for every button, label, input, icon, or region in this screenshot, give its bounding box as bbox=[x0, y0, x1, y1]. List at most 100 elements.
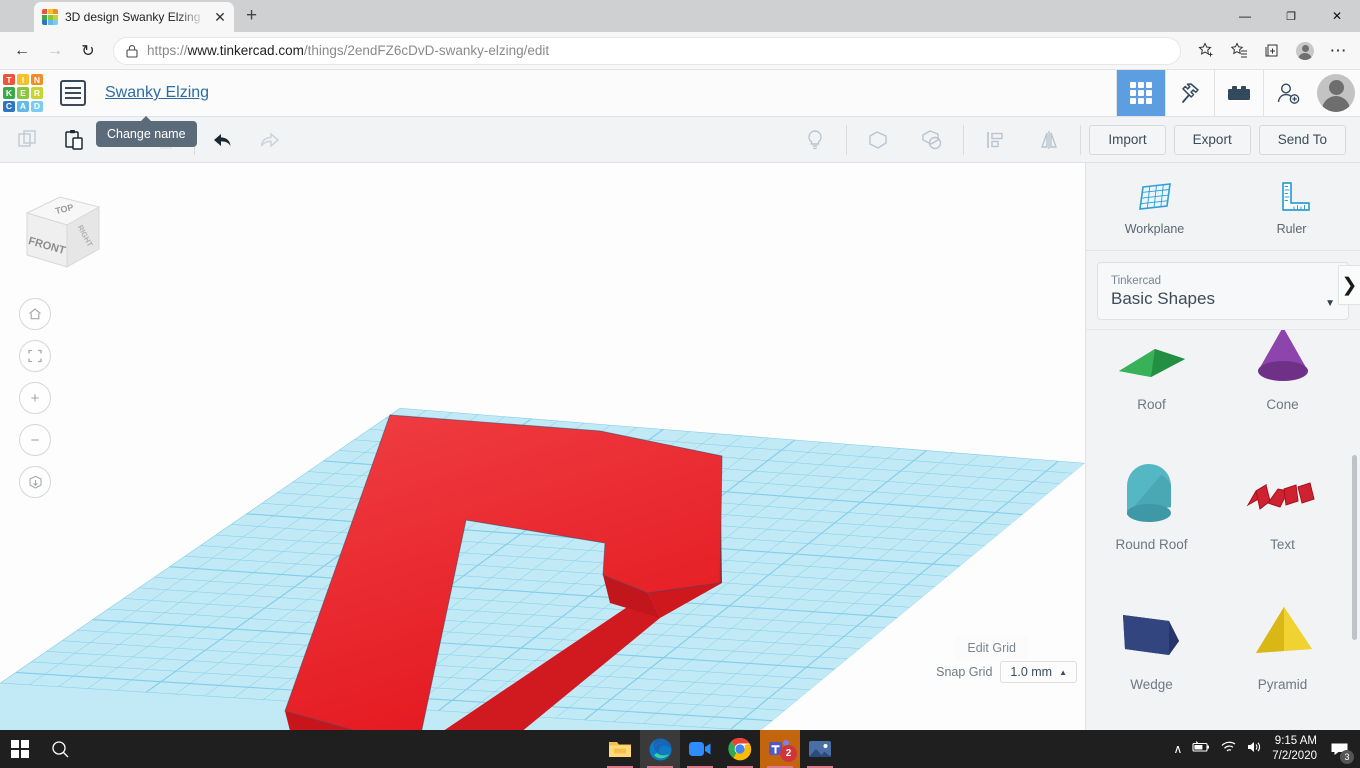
wedge-shape-icon bbox=[1111, 583, 1193, 669]
shape-item-pyramid[interactable]: Pyramid bbox=[1217, 567, 1348, 707]
close-tab-icon[interactable]: ✕ bbox=[212, 10, 228, 24]
cone-shape-icon bbox=[1242, 330, 1324, 389]
edit-grid-button[interactable]: Edit Grid bbox=[955, 637, 1028, 659]
copy-icon[interactable] bbox=[5, 117, 51, 163]
url-path: /things/2endFZ6cDvD-swanky-elzing/edit bbox=[303, 43, 550, 58]
align-icon[interactable] bbox=[972, 117, 1018, 163]
redo-icon bbox=[246, 117, 292, 163]
tinkercad-header: TIN KER CAD Swanky Elzing bbox=[0, 70, 1360, 117]
workplane-icon bbox=[1138, 182, 1171, 210]
snap-grid-value: 1.0 mm bbox=[1010, 665, 1053, 679]
volume-icon[interactable] bbox=[1246, 740, 1263, 759]
mirror-icon[interactable] bbox=[1026, 117, 1072, 163]
taskbar-microsoft-edge[interactable] bbox=[640, 730, 680, 768]
blocks-icon[interactable] bbox=[1214, 70, 1263, 116]
collections-icon[interactable] bbox=[1257, 36, 1287, 66]
favorite-star-icon[interactable] bbox=[1191, 36, 1221, 66]
shape-item-cone[interactable]: Cone bbox=[1217, 330, 1348, 427]
taskbar-file-explorer[interactable] bbox=[600, 730, 640, 768]
lightbulb-icon[interactable] bbox=[792, 117, 838, 163]
chevron-down-icon: ▼ bbox=[1325, 298, 1335, 309]
workplane-tool-label: Workplane bbox=[1124, 221, 1185, 236]
tinkercad-logo-icon[interactable]: TIN KER CAD bbox=[0, 70, 46, 116]
shape-item-round-roof[interactable]: Round Roof bbox=[1086, 427, 1217, 567]
shape-library-dropdown[interactable]: Tinkercad Basic Shapes ▼ bbox=[1097, 262, 1349, 320]
zoom-in-button[interactable]: + bbox=[19, 382, 51, 414]
group-icon[interactable] bbox=[855, 117, 901, 163]
undo-icon[interactable] bbox=[200, 117, 246, 163]
maximize-window-button[interactable]: ❐ bbox=[1268, 0, 1314, 32]
zoom-out-button[interactable]: − bbox=[19, 424, 51, 456]
taskbar-photos-app[interactable] bbox=[800, 730, 840, 768]
user-avatar[interactable] bbox=[1312, 70, 1360, 116]
tinkercad-toolbar: Change name Import Export Send To bbox=[0, 116, 1360, 163]
shapes-panel: Workplane Ruler Tinkercad Basic Shapes ▼ bbox=[1085, 163, 1360, 731]
workplane-grid bbox=[0, 408, 1085, 731]
export-button[interactable]: Export bbox=[1173, 124, 1251, 155]
workplane-tool[interactable]: Workplane bbox=[1086, 163, 1223, 250]
notification-center-button[interactable]: 3 bbox=[1326, 735, 1354, 764]
browser-tab[interactable]: 3D design Swanky Elzing | Tinkercad ✕ bbox=[34, 2, 234, 32]
shape-item-sphere[interactable] bbox=[1086, 707, 1217, 731]
project-list-icon[interactable] bbox=[60, 80, 86, 106]
project-name-link[interactable]: Swanky Elzing bbox=[105, 84, 209, 102]
add-person-icon[interactable] bbox=[1263, 70, 1312, 116]
view-cube[interactable]: TOP FRONT RIGHT bbox=[15, 185, 110, 280]
library-category: Tinkercad bbox=[1111, 275, 1162, 287]
start-button[interactable] bbox=[0, 730, 40, 768]
shape-label-round-roof: Round Roof bbox=[1115, 536, 1188, 552]
battery-icon[interactable] bbox=[1191, 740, 1211, 759]
shape-panel-scrollbar[interactable] bbox=[1352, 455, 1357, 640]
toolbar-divider-4 bbox=[1080, 124, 1082, 155]
ruler-icon bbox=[1281, 181, 1310, 211]
teams-notification-badge: 2 bbox=[780, 745, 797, 762]
back-button[interactable]: ← bbox=[7, 36, 37, 66]
snap-grid-dropdown[interactable]: 1.0 mm ▲ bbox=[1000, 661, 1077, 683]
address-bar[interactable]: https://www.tinkercad.com/things/2endFZ6… bbox=[113, 36, 1181, 65]
hammer-icon[interactable] bbox=[1165, 70, 1214, 116]
paste-icon[interactable] bbox=[51, 117, 97, 163]
taskbar-google-chrome[interactable] bbox=[720, 730, 760, 768]
home-view-button[interactable] bbox=[19, 298, 51, 330]
wifi-icon[interactable] bbox=[1220, 740, 1237, 759]
ungroup-icon[interactable] bbox=[909, 117, 955, 163]
taskbar-clock[interactable]: 9:15 AM 7/2/2020 bbox=[1272, 734, 1317, 763]
shape-item-wedge[interactable]: Wedge bbox=[1086, 567, 1217, 707]
grid-gallery-icon[interactable] bbox=[1116, 70, 1165, 116]
favorites-list-icon[interactable] bbox=[1224, 36, 1254, 66]
minimize-window-button[interactable]: — bbox=[1222, 0, 1268, 32]
shape-item-text[interactable]: Text bbox=[1217, 427, 1348, 567]
send-to-button[interactable]: Send To bbox=[1258, 124, 1346, 155]
toolbar-divider-2 bbox=[846, 124, 848, 155]
snap-grid-label: Snap Grid bbox=[936, 665, 993, 679]
address-bar-url: https://www.tinkercad.com/things/2endFZ6… bbox=[147, 43, 549, 58]
3d-canvas[interactable]: TOP FRONT RIGHT + − Edit Grid Snap Grid … bbox=[0, 163, 1085, 731]
ruler-tool[interactable]: Ruler bbox=[1223, 163, 1360, 250]
settings-menu-icon[interactable]: ⋯ bbox=[1323, 36, 1353, 66]
search-button[interactable] bbox=[40, 730, 80, 768]
shape-item-polygon[interactable] bbox=[1217, 707, 1348, 731]
system-tray: ∧ 9:15 AM 7/2/2020 3 bbox=[1173, 730, 1360, 768]
ortho-perspective-toggle[interactable] bbox=[19, 466, 51, 498]
browser-nav-bar: ← → ↻ https://www.tinkercad.com/things/2… bbox=[0, 32, 1360, 70]
shape-item-roof[interactable]: Roof bbox=[1086, 330, 1217, 427]
text-shape-icon bbox=[1240, 443, 1326, 529]
taskbar-zoom-app[interactable] bbox=[680, 730, 720, 768]
fit-view-button[interactable] bbox=[19, 340, 51, 372]
shape-grid[interactable]: Roof Cone Round Roof Text Wedge Pyramid bbox=[1086, 329, 1360, 731]
chevron-up-icon: ▲ bbox=[1059, 667, 1067, 677]
taskbar-microsoft-teams[interactable]: 2 bbox=[760, 730, 800, 768]
change-name-tooltip: Change name bbox=[96, 116, 197, 147]
collapse-panel-button[interactable]: ❯ bbox=[1338, 265, 1360, 305]
import-button[interactable]: Import bbox=[1089, 124, 1166, 155]
notification-count-badge: 3 bbox=[1340, 750, 1354, 764]
clock-date: 7/2/2020 bbox=[1272, 750, 1317, 762]
reload-button[interactable]: ↻ bbox=[73, 36, 103, 66]
close-window-button[interactable]: ✕ bbox=[1314, 0, 1360, 32]
shape-label-wedge: Wedge bbox=[1130, 676, 1173, 692]
shape-label-text: Text bbox=[1270, 536, 1295, 552]
tray-chevron-icon[interactable]: ∧ bbox=[1173, 742, 1182, 756]
round-roof-shape-icon bbox=[1111, 443, 1193, 529]
new-tab-button[interactable]: + bbox=[246, 5, 257, 32]
browser-profile-avatar[interactable] bbox=[1290, 36, 1320, 66]
